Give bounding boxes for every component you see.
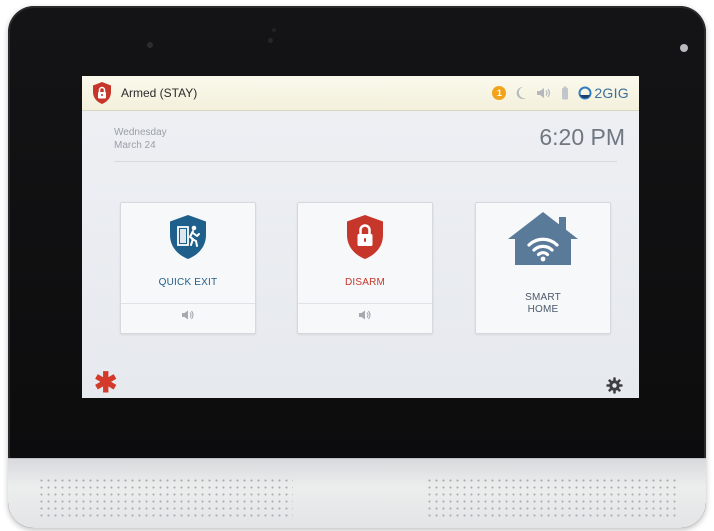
disarm-button[interactable]: DISARM	[297, 202, 433, 334]
brand-logo: 2GIG	[578, 85, 629, 101]
speaker-bar	[8, 458, 706, 528]
brand-logo-icon	[578, 86, 592, 100]
status-led	[680, 44, 688, 52]
smart-home-label: SMART HOME	[476, 292, 610, 316]
date-text: March 24	[114, 140, 156, 151]
smart-home-icon	[508, 212, 578, 265]
ambient-sensor	[268, 38, 273, 43]
speaker-icon	[536, 86, 552, 100]
disarm-label: DISARM	[344, 277, 386, 288]
quick-exit-shield-icon	[170, 215, 206, 259]
screen: Armed (STAY) 1 2GIG Wednesday March 24 6…	[82, 76, 639, 398]
quick-exit-label: QUICK EXIT	[158, 277, 218, 288]
smart-home-label-line2: HOME	[527, 304, 559, 315]
lock-shield-icon	[347, 215, 383, 259]
clock-time: 6:20 PM	[539, 124, 625, 150]
emergency-asterisk-icon[interactable]: ✱	[94, 369, 117, 397]
alert-badge-icon[interactable]: 1	[492, 86, 507, 100]
tile-divider	[121, 303, 255, 304]
tile-divider	[298, 303, 432, 304]
speaker-grille-right	[426, 477, 676, 517]
header-divider	[114, 161, 617, 162]
battery-icon	[561, 86, 569, 100]
status-bar: Armed (STAY) 1 2GIG	[82, 76, 639, 111]
weekday-text: Wednesday	[114, 127, 167, 138]
speaker-grille-left	[38, 477, 293, 517]
quick-exit-chime-toggle[interactable]	[121, 309, 255, 321]
brand-text: 2GIG	[594, 85, 629, 101]
status-icons: 1 2GIG	[483, 83, 629, 103]
date-display: Wednesday March 24	[114, 126, 167, 152]
moon-icon	[515, 86, 527, 100]
armed-shield-icon[interactable]	[91, 81, 113, 105]
smart-home-button[interactable]: SMART HOME	[475, 202, 611, 334]
smart-home-label-line1: SMART	[525, 292, 561, 303]
chime-speaker-icon	[182, 310, 194, 320]
arm-status-label[interactable]: Armed (STAY)	[121, 86, 197, 100]
proximity-sensor	[272, 28, 276, 32]
quick-exit-button[interactable]: QUICK EXIT	[120, 202, 256, 334]
chime-speaker-icon	[359, 310, 371, 320]
front-camera	[147, 42, 153, 48]
gear-icon[interactable]	[606, 377, 623, 394]
touchscreen-panel: Armed (STAY) 1 2GIG Wednesday March 24 6…	[8, 6, 706, 528]
disarm-chime-toggle[interactable]	[298, 309, 432, 321]
